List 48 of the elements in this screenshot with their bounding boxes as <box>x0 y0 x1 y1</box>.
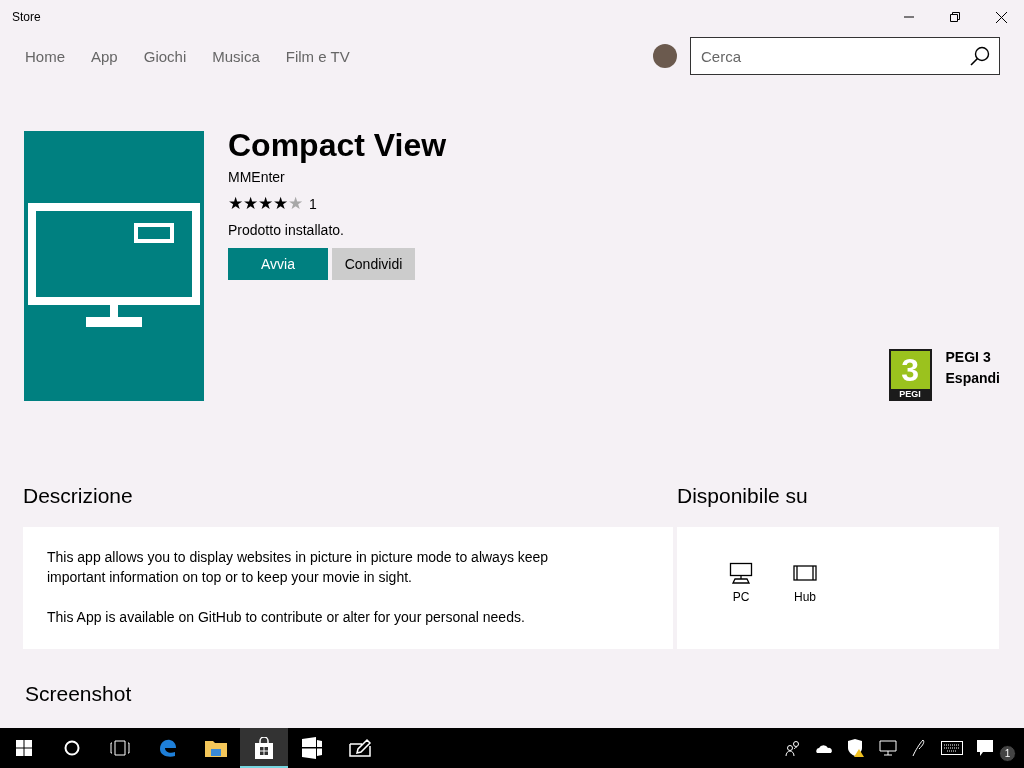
circle-icon <box>64 740 80 756</box>
folder-icon <box>205 739 227 757</box>
pen-icon <box>348 738 372 758</box>
expand-link[interactable]: Espandi <box>945 370 1000 386</box>
install-status: Prodotto installato. <box>228 222 345 238</box>
cloud-icon[interactable] <box>815 742 833 754</box>
star-rating: ★★★★★ <box>228 193 303 214</box>
monitor-icon <box>28 203 200 329</box>
avatar[interactable] <box>653 44 677 68</box>
notifications-button[interactable] <box>977 740 993 756</box>
search-icon[interactable] <box>970 46 990 66</box>
nav-tab[interactable]: Giochi <box>143 47 187 65</box>
age-rating-title: PEGI 3 <box>945 349 992 365</box>
message-icon <box>977 740 993 756</box>
search-field[interactable]: Cerca <box>690 37 1000 75</box>
notification-count: 1 <box>999 744 1016 762</box>
edge-icon <box>158 738 178 758</box>
pen-icon[interactable] <box>911 739 927 757</box>
section-heading: Screenshot <box>25 682 133 706</box>
device-label: Hub <box>794 590 816 604</box>
wide-screen-icon <box>793 565 817 581</box>
publisher-name: MMEnter <box>228 169 286 185</box>
nav-tab[interactable]: Film e TV <box>285 47 350 65</box>
nav-tab[interactable]: App <box>91 47 118 65</box>
rating-count: 1 <box>309 195 317 212</box>
restore-icon <box>950 12 960 22</box>
launch-button[interactable]: Avvia <box>228 248 328 280</box>
section-heading: Disponibile su <box>677 484 809 508</box>
shield-warning-icon[interactable] <box>847 739 865 757</box>
close-icon <box>995 11 1007 23</box>
desktop-computer-icon <box>729 562 753 584</box>
shopping-bag-icon <box>254 737 274 759</box>
taskbar-app[interactable] <box>240 728 288 768</box>
share-button[interactable]: Condividi <box>332 248 415 280</box>
description-text: This App is available on GitHub to contribute or alter for your personal needs. <box>47 608 526 627</box>
nav-tab[interactable]: Home <box>25 47 65 65</box>
task-view-icon <box>110 740 130 756</box>
people-icon[interactable] <box>785 740 801 756</box>
age-rating-badge: 3 PEGI <box>888 349 932 401</box>
keyboard-icon[interactable] <box>941 741 963 755</box>
nav-tab[interactable]: Musica <box>212 47 260 65</box>
device-label: PC <box>732 590 750 604</box>
network-icon[interactable] <box>879 740 897 756</box>
windows-icon <box>16 740 32 756</box>
panel-icon <box>302 737 322 759</box>
section-heading: Descrizione <box>23 484 134 508</box>
window-title: Store <box>12 10 41 24</box>
description-text: This app allows you to display websites in picture in picture mode to always keep important information on top or to keep your movie in sight. <box>47 548 550 587</box>
